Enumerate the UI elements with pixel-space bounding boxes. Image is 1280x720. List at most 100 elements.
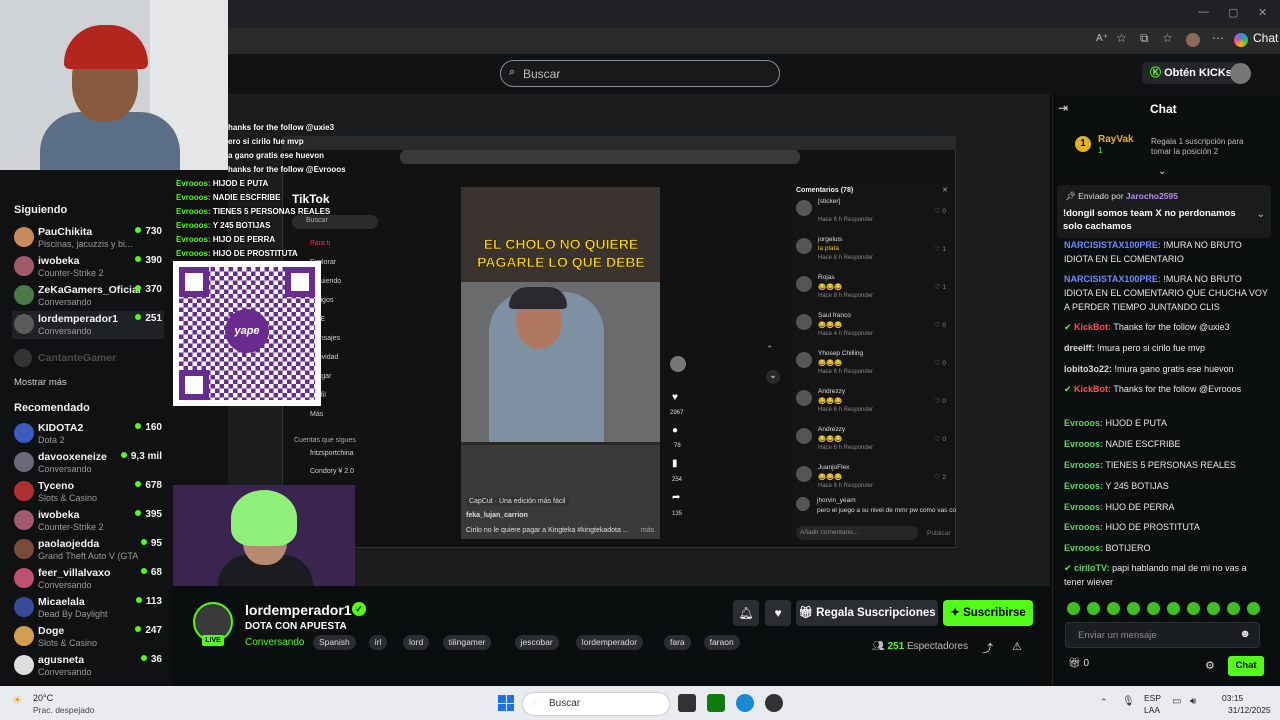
emote-icon[interactable]	[1207, 602, 1220, 615]
stream-category[interactable]: Conversando	[245, 637, 304, 648]
tiktok-menu-item: Para ti	[310, 240, 331, 247]
temperature[interactable]: 20°C	[33, 693, 53, 703]
search-input[interactable]: ⌕ Buscar	[500, 60, 780, 87]
maximize-button[interactable]: ▢	[1228, 6, 1238, 19]
sidebar-channel[interactable]: iwobeka Counter-Strike 2 390	[12, 253, 164, 281]
tiktok-comment: Rojas 😂😂😂 Hace 8 h Responder ♡ 1	[796, 273, 948, 311]
sidebar-channel[interactable]: PauChikita Piscinas, jacuzzis y bi... 730	[12, 224, 164, 252]
emote-icon[interactable]	[1247, 602, 1260, 615]
sidebar-channel[interactable]: agusneta Conversando 36	[12, 652, 164, 680]
stream-overlay-message: a gano gratis ese huevon	[228, 151, 325, 160]
copilot-icon[interactable]	[1234, 33, 1248, 47]
stream-tag[interactable]: lord	[403, 635, 430, 650]
lang-secondary[interactable]: LAA	[1144, 705, 1160, 715]
sidebar-channel[interactable]: feer_villalvaxo Conversando 68	[12, 565, 164, 593]
show-more-link[interactable]: Mostrar más	[14, 377, 67, 388]
report-icon[interactable]: ⚠	[1012, 640, 1022, 653]
stream-tag[interactable]: Spanish	[313, 635, 356, 650]
obs-icon[interactable]	[765, 694, 783, 712]
user-avatar[interactable]	[1230, 63, 1251, 84]
chat-text: BOTIJERO	[1103, 543, 1151, 553]
verified-icon: ✓	[352, 602, 366, 616]
sidebar-channel[interactable]: paolaojedda Grand Theft Auto V (GTA) 95	[12, 536, 164, 564]
channel-name: agusneta	[38, 654, 85, 666]
avatar	[796, 276, 812, 292]
sidebar-channel[interactable]: davooxeneize Conversando 9,3 mil	[12, 449, 164, 477]
clock-time[interactable]: 03:15	[1222, 693, 1243, 703]
channel-name[interactable]: lordemperador1	[245, 602, 352, 618]
chat-message: Evrooos: BOTIJERO	[1064, 541, 1268, 555]
favorites-bar-icon[interactable]: ☆	[1162, 31, 1173, 45]
viewer-count: 730	[135, 226, 162, 237]
avatar	[796, 497, 810, 511]
get-kicks-button[interactable]: Ⓚ Obtén KICKs	[1142, 62, 1240, 84]
edge-icon[interactable]	[736, 694, 754, 712]
stream-tag[interactable]: lordemperador	[575, 635, 644, 650]
taskbar-search[interactable]: ⌕ Buscar	[522, 692, 670, 716]
share-icon[interactable]: ⤴	[982, 640, 993, 656]
more-menu-icon[interactable]: ⋯	[1212, 31, 1224, 45]
channel-name: PauChikita	[38, 226, 93, 238]
collapse-chat-icon[interactable]: ⇥	[1058, 101, 1068, 115]
stream-tag[interactable]: fara	[664, 635, 691, 650]
emote-icon[interactable]	[1167, 602, 1180, 615]
sidebar-channel[interactable]: Micaelala Dead By Daylight 113	[12, 594, 164, 622]
lang-primary[interactable]: ESP	[1144, 693, 1161, 703]
emote-icon[interactable]	[1067, 602, 1080, 615]
stream-overlay-message: hanks for the follow @Evrooos	[228, 165, 346, 174]
channel-category: Conversando	[38, 297, 92, 307]
profile-avatar-icon[interactable]	[1186, 33, 1200, 47]
sidebar-channel[interactable]: iwobeka Counter-Strike 2 395	[12, 507, 164, 535]
stream-overlay-message: Evrooos: NADIE ESCFRIBE	[176, 193, 281, 202]
favorite-star-icon[interactable]: ☆	[1116, 31, 1127, 45]
windows-start-icon[interactable]	[498, 695, 514, 711]
stream-tag[interactable]: irl	[368, 635, 388, 650]
expand-icon[interactable]: ⌄	[1158, 166, 1166, 177]
stream-tag[interactable]: jescobar	[514, 635, 559, 650]
network-icon[interactable]: ▭	[1172, 696, 1181, 707]
tiktok-comment: Andrezzy 😂😂😂 Hace 6 h Responder ♡ 0	[796, 387, 948, 425]
tray-chevron-icon[interactable]: ⌃	[1100, 697, 1108, 708]
minimize-button[interactable]: —	[1198, 6, 1209, 18]
emote-icon[interactable]	[1147, 602, 1160, 615]
microphone-icon[interactable]: 🎙︎	[1122, 696, 1135, 707]
extensions-icon[interactable]: ⧉	[1140, 31, 1149, 46]
file-explorer-icon[interactable]	[678, 694, 696, 712]
close-window-button[interactable]: ✕	[1258, 6, 1267, 19]
chevron-up-icon: ⌃	[766, 344, 774, 354]
leader-name[interactable]: RayVak	[1098, 134, 1134, 145]
clock-date[interactable]: 31/12/2025	[1228, 705, 1271, 715]
emote-icon[interactable]	[1127, 602, 1140, 615]
copilot-chat-button[interactable]: Chat	[1253, 31, 1278, 45]
settings-icon[interactable]: ⚙	[1205, 659, 1215, 672]
chat-input[interactable]: Enviar un mensaje ☻	[1065, 622, 1260, 648]
emote-icon[interactable]	[1187, 602, 1200, 615]
sidebar-channel[interactable]: Tyceno Slots & Casino 678	[12, 478, 164, 506]
weather-text[interactable]: Prac. despejado	[33, 705, 94, 715]
share-icon: ➦	[672, 492, 681, 503]
volume-icon[interactable]: 🔊︎	[1190, 696, 1196, 707]
badge-icon: ✔	[1064, 384, 1075, 394]
sidebar-channel-offline[interactable]: CantanteGamer	[12, 346, 164, 374]
xbox-icon[interactable]	[707, 694, 725, 712]
pinned-text: !dongil somos team X no perdonamos solo …	[1063, 208, 1236, 232]
sidebar-channel[interactable]: KIDOTA2 Dota 2 160	[12, 420, 164, 448]
sidebar-channel[interactable]: lordemperador1 Conversando 251	[12, 311, 164, 339]
viewer-count: 9,3 mil	[121, 451, 162, 462]
gift-subs-button[interactable]: 🎁︎ Regala Suscripciones	[796, 600, 938, 626]
follow-button[interactable]: ♥	[765, 600, 791, 626]
stream-tag[interactable]: faraon	[703, 635, 740, 650]
emote-icon[interactable]	[1087, 602, 1100, 615]
kicks-balance[interactable]: 🎁︎ 0	[1068, 658, 1089, 669]
stream-tag[interactable]: tilingamer	[442, 635, 492, 650]
emote-icon[interactable]	[1107, 602, 1120, 615]
send-chat-button[interactable]: Chat	[1228, 656, 1264, 676]
gift-promo-text[interactable]: Regala 1 suscripción para tomar la posic…	[1151, 137, 1256, 157]
subscribe-button[interactable]: ✦ Suscribirse	[943, 600, 1033, 626]
gift-icon: 🎁︎	[798, 607, 817, 619]
sidebar-channel[interactable]: ZeKaGamers_Oficial Conversando 370	[12, 282, 164, 310]
read-aloud-icon[interactable]: A⁺	[1096, 33, 1108, 44]
emote-icon[interactable]	[1227, 602, 1240, 615]
sidebar-channel[interactable]: Doge Slots & Casino 247	[12, 623, 164, 651]
notifications-button[interactable]: 🔔︎	[733, 600, 759, 626]
